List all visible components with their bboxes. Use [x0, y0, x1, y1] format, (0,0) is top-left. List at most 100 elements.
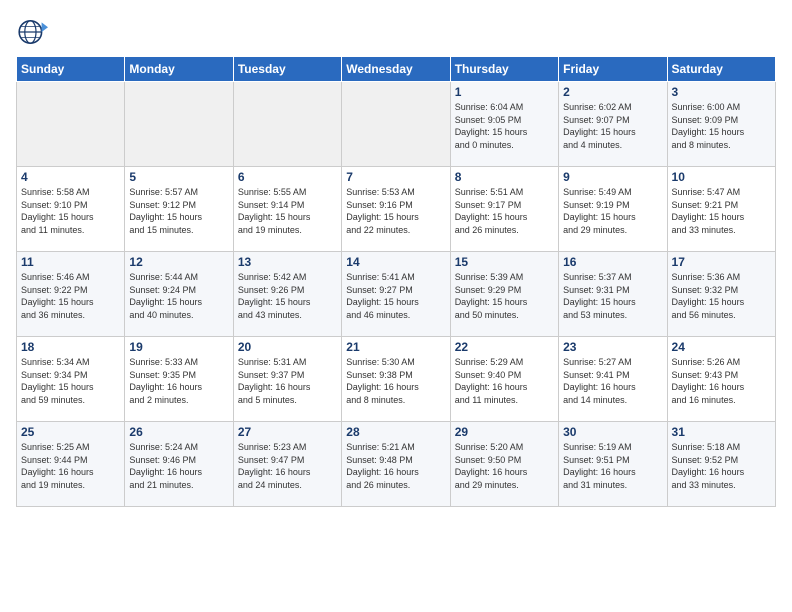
calendar-cell: 14 Sunrise: 5:41 AMSunset: 9:27 PMDayligh…	[342, 252, 450, 337]
day-info: Sunrise: 6:04 AMSunset: 9:05 PMDaylight:…	[455, 101, 554, 151]
calendar-cell: 29 Sunrise: 5:20 AMSunset: 9:50 PMDayligh…	[450, 422, 558, 507]
day-info: Sunrise: 5:24 AMSunset: 9:46 PMDaylight:…	[129, 441, 228, 491]
day-number: 28	[346, 425, 445, 439]
header-tuesday: Tuesday	[233, 57, 341, 82]
day-info: Sunrise: 5:30 AMSunset: 9:38 PMDaylight:…	[346, 356, 445, 406]
day-number: 16	[563, 255, 662, 269]
day-info: Sunrise: 5:53 AMSunset: 9:16 PMDaylight:…	[346, 186, 445, 236]
calendar-cell	[125, 82, 233, 167]
day-number: 1	[455, 85, 554, 99]
calendar-cell: 22Sunrise: 5:29 AMSunset: 9:40 PMDayligh…	[450, 337, 558, 422]
calendar-week-row: 25 Sunrise: 5:25 AMSunset: 9:44 PMDayligh…	[17, 422, 776, 507]
day-number: 6	[238, 170, 337, 184]
day-info: Sunrise: 5:55 AMSunset: 9:14 PMDaylight:…	[238, 186, 337, 236]
day-info: Sunrise: 5:34 AMSunset: 9:34 PMDaylight:…	[21, 356, 120, 406]
day-info: Sunrise: 5:41 AMSunset: 9:27 PMDaylight:…	[346, 271, 445, 321]
calendar-cell: 8 Sunrise: 5:51 AMSunset: 9:17 PMDaylight…	[450, 167, 558, 252]
day-info: Sunrise: 5:39 AMSunset: 9:29 PMDaylight:…	[455, 271, 554, 321]
day-number: 13	[238, 255, 337, 269]
calendar-cell	[17, 82, 125, 167]
day-info: Sunrise: 5:26 AMSunset: 9:43 PMDaylight:…	[672, 356, 771, 406]
page-header	[16, 16, 776, 48]
day-number: 18	[21, 340, 120, 354]
calendar-cell: 24 Sunrise: 5:26 AMSunset: 9:43 PMDayligh…	[667, 337, 775, 422]
header-monday: Monday	[125, 57, 233, 82]
day-number: 25	[21, 425, 120, 439]
day-number: 30	[563, 425, 662, 439]
logo	[16, 16, 52, 48]
calendar-cell: 25 Sunrise: 5:25 AMSunset: 9:44 PMDayligh…	[17, 422, 125, 507]
day-info: Sunrise: 5:25 AMSunset: 9:44 PMDaylight:…	[21, 441, 120, 491]
day-number: 23	[563, 340, 662, 354]
calendar-cell: 13 Sunrise: 5:42 AMSunset: 9:26 PMDayligh…	[233, 252, 341, 337]
day-number: 24	[672, 340, 771, 354]
calendar-cell: 1 Sunrise: 6:04 AMSunset: 9:05 PMDaylight…	[450, 82, 558, 167]
day-info: Sunrise: 5:21 AMSunset: 9:48 PMDaylight:…	[346, 441, 445, 491]
calendar-cell: 7 Sunrise: 5:53 AMSunset: 9:16 PMDaylight…	[342, 167, 450, 252]
day-number: 26	[129, 425, 228, 439]
day-number: 19	[129, 340, 228, 354]
day-number: 2	[563, 85, 662, 99]
calendar-cell: 5 Sunrise: 5:57 AMSunset: 9:12 PMDaylight…	[125, 167, 233, 252]
calendar-cell: 10Sunrise: 5:47 AMSunset: 9:21 PMDayligh…	[667, 167, 775, 252]
header-saturday: Saturday	[667, 57, 775, 82]
calendar-week-row: 11 Sunrise: 5:46 AMSunset: 9:22 PMDayligh…	[17, 252, 776, 337]
day-info: Sunrise: 5:46 AMSunset: 9:22 PMDaylight:…	[21, 271, 120, 321]
calendar-cell: 30 Sunrise: 5:19 AMSunset: 9:51 PMDayligh…	[559, 422, 667, 507]
day-number: 21	[346, 340, 445, 354]
day-info: Sunrise: 5:57 AMSunset: 9:12 PMDaylight:…	[129, 186, 228, 236]
day-number: 29	[455, 425, 554, 439]
day-info: Sunrise: 5:42 AMSunset: 9:26 PMDaylight:…	[238, 271, 337, 321]
day-info: Sunrise: 5:27 AMSunset: 9:41 PMDaylight:…	[563, 356, 662, 406]
day-info: Sunrise: 6:02 AMSunset: 9:07 PMDaylight:…	[563, 101, 662, 151]
day-info: Sunrise: 5:31 AMSunset: 9:37 PMDaylight:…	[238, 356, 337, 406]
day-number: 11	[21, 255, 120, 269]
day-info: Sunrise: 5:49 AMSunset: 9:19 PMDaylight:…	[563, 186, 662, 236]
header-thursday: Thursday	[450, 57, 558, 82]
day-info: Sunrise: 5:37 AMSunset: 9:31 PMDaylight:…	[563, 271, 662, 321]
header-wednesday: Wednesday	[342, 57, 450, 82]
day-info: Sunrise: 5:18 AMSunset: 9:52 PMDaylight:…	[672, 441, 771, 491]
day-info: Sunrise: 5:58 AMSunset: 9:10 PMDaylight:…	[21, 186, 120, 236]
calendar-week-row: 1 Sunrise: 6:04 AMSunset: 9:05 PMDaylight…	[17, 82, 776, 167]
day-info: Sunrise: 5:29 AMSunset: 9:40 PMDaylight:…	[455, 356, 554, 406]
calendar-cell: 3Sunrise: 6:00 AMSunset: 9:09 PMDaylight…	[667, 82, 775, 167]
calendar-cell: 9 Sunrise: 5:49 AMSunset: 9:19 PMDaylight…	[559, 167, 667, 252]
header-friday: Friday	[559, 57, 667, 82]
calendar-cell: 2 Sunrise: 6:02 AMSunset: 9:07 PMDaylight…	[559, 82, 667, 167]
calendar-cell: 12 Sunrise: 5:44 AMSunset: 9:24 PMDayligh…	[125, 252, 233, 337]
day-number: 31	[672, 425, 771, 439]
calendar-cell: 4 Sunrise: 5:58 AMSunset: 9:10 PMDaylight…	[17, 167, 125, 252]
day-number: 8	[455, 170, 554, 184]
calendar-header-row: SundayMondayTuesdayWednesdayThursdayFrid…	[17, 57, 776, 82]
calendar-cell: 28 Sunrise: 5:21 AMSunset: 9:48 PMDayligh…	[342, 422, 450, 507]
day-number: 7	[346, 170, 445, 184]
day-info: Sunrise: 5:44 AMSunset: 9:24 PMDaylight:…	[129, 271, 228, 321]
calendar-cell: 6 Sunrise: 5:55 AMSunset: 9:14 PMDaylight…	[233, 167, 341, 252]
day-number: 12	[129, 255, 228, 269]
calendar-cell: 15Sunrise: 5:39 AMSunset: 9:29 PMDayligh…	[450, 252, 558, 337]
day-number: 27	[238, 425, 337, 439]
day-info: Sunrise: 5:33 AMSunset: 9:35 PMDaylight:…	[129, 356, 228, 406]
day-info: Sunrise: 5:20 AMSunset: 9:50 PMDaylight:…	[455, 441, 554, 491]
calendar-table: SundayMondayTuesdayWednesdayThursdayFrid…	[16, 56, 776, 507]
day-info: Sunrise: 5:19 AMSunset: 9:51 PMDaylight:…	[563, 441, 662, 491]
day-info: Sunrise: 5:51 AMSunset: 9:17 PMDaylight:…	[455, 186, 554, 236]
day-number: 3	[672, 85, 771, 99]
day-number: 14	[346, 255, 445, 269]
calendar-week-row: 18 Sunrise: 5:34 AMSunset: 9:34 PMDayligh…	[17, 337, 776, 422]
calendar-cell: 17 Sunrise: 5:36 AMSunset: 9:32 PMDayligh…	[667, 252, 775, 337]
calendar-cell: 11 Sunrise: 5:46 AMSunset: 9:22 PMDayligh…	[17, 252, 125, 337]
calendar-cell: 20 Sunrise: 5:31 AMSunset: 9:37 PMDayligh…	[233, 337, 341, 422]
day-info: Sunrise: 5:36 AMSunset: 9:32 PMDaylight:…	[672, 271, 771, 321]
day-number: 17	[672, 255, 771, 269]
day-info: Sunrise: 5:47 AMSunset: 9:21 PMDaylight:…	[672, 186, 771, 236]
day-number: 4	[21, 170, 120, 184]
day-number: 5	[129, 170, 228, 184]
calendar-cell: 31 Sunrise: 5:18 AMSunset: 9:52 PMDayligh…	[667, 422, 775, 507]
day-number: 9	[563, 170, 662, 184]
day-number: 20	[238, 340, 337, 354]
calendar-cell: 19 Sunrise: 5:33 AMSunset: 9:35 PMDayligh…	[125, 337, 233, 422]
calendar-week-row: 4 Sunrise: 5:58 AMSunset: 9:10 PMDaylight…	[17, 167, 776, 252]
calendar-cell: 23 Sunrise: 5:27 AMSunset: 9:41 PMDayligh…	[559, 337, 667, 422]
